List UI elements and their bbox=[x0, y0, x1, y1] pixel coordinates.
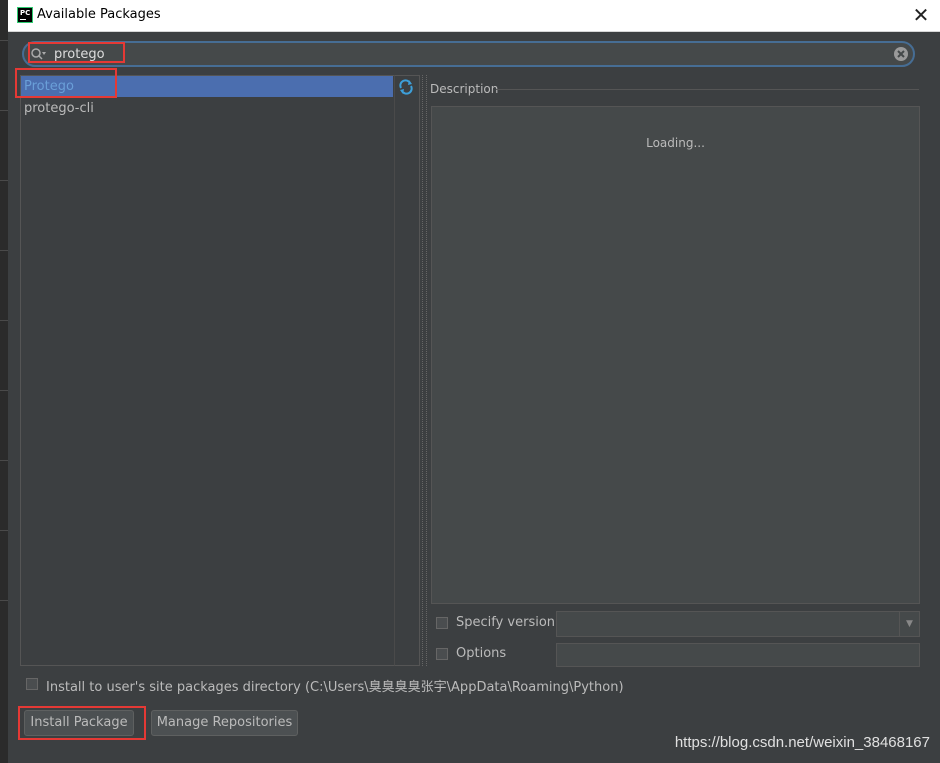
clear-icon[interactable] bbox=[893, 46, 909, 62]
watermark-text: https://blog.csdn.net/weixin_38468167 bbox=[674, 734, 930, 751]
available-packages-dialog: PC Available Packages ✕ Protego protego-… bbox=[8, 0, 940, 763]
package-item-protego[interactable]: Protego bbox=[21, 76, 393, 97]
description-divider bbox=[496, 89, 919, 90]
background-ide-strip bbox=[0, 0, 8, 763]
refresh-icon[interactable] bbox=[398, 79, 414, 95]
list-toolbar bbox=[394, 75, 420, 666]
options-input[interactable] bbox=[556, 643, 920, 667]
chevron-down-icon[interactable]: ▼ bbox=[899, 612, 919, 636]
options-label: Options bbox=[456, 646, 507, 661]
search-icon[interactable] bbox=[30, 46, 46, 62]
description-label: Description bbox=[430, 82, 499, 96]
loading-text: Loading... bbox=[646, 136, 705, 150]
panel-splitter[interactable] bbox=[422, 75, 427, 666]
search-field[interactable] bbox=[22, 41, 915, 67]
search-input[interactable] bbox=[54, 44, 874, 64]
specify-version-label: Specify version bbox=[456, 615, 556, 630]
title-bar: PC Available Packages ✕ bbox=[8, 0, 940, 32]
specify-version-checkbox[interactable] bbox=[436, 617, 448, 629]
description-panel: Loading... bbox=[431, 106, 920, 604]
install-to-user-label: Install to user's site packages director… bbox=[46, 680, 624, 695]
pycharm-icon: PC bbox=[17, 7, 33, 23]
version-select[interactable]: ▼ bbox=[556, 611, 920, 637]
install-to-user-checkbox[interactable] bbox=[26, 678, 38, 690]
manage-repositories-button[interactable]: Manage Repositories bbox=[151, 710, 298, 736]
package-item-protego-cli[interactable]: protego-cli bbox=[21, 98, 393, 119]
close-icon[interactable]: ✕ bbox=[910, 4, 932, 26]
window-title: Available Packages bbox=[37, 7, 161, 22]
options-checkbox[interactable] bbox=[436, 648, 448, 660]
package-list: Protego protego-cli bbox=[20, 75, 394, 666]
install-package-button[interactable]: Install Package bbox=[24, 710, 134, 736]
